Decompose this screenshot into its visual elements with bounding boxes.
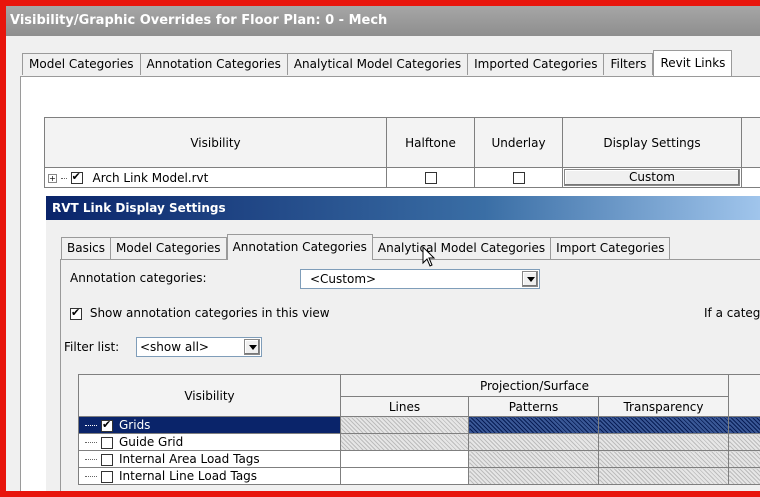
category-name: Grids [119,418,151,432]
patterns-cell[interactable] [468,416,599,434]
transparency-cell[interactable] [598,433,729,451]
col-halftone[interactable]: Halftone [386,117,475,168]
outer-tab-strip: Model Categories Annotation Categories A… [22,50,733,76]
chevron-down-icon[interactable] [244,339,260,355]
halftone-cell [386,167,475,188]
underlay-cell [474,167,563,188]
links-table-header: Visibility Halftone Underlay Display Set… [44,117,760,168]
category-name-cell: Grids [78,416,341,434]
lines-cell[interactable] [340,467,469,485]
category-name-cell: Guide Grid [78,433,341,451]
lines-cell[interactable] [340,416,469,434]
window-frame: Visibility/Graphic Overrides for Floor P… [0,0,760,497]
extra-cell [741,167,760,188]
tree-line [85,442,97,443]
category-name-cell: Internal Area Load Tags [78,450,341,468]
tree-line [60,177,67,179]
display-settings-cell: Custom [562,167,742,188]
annotation-categories-select[interactable]: <Custom> [300,269,540,289]
annotation-categories-value: <Custom> [310,272,377,286]
col-underlay[interactable]: Underlay [474,117,563,168]
extra-cell [728,450,760,468]
tab-basics[interactable]: Basics [61,237,112,259]
extra-cell [728,416,760,434]
grid-col-visibility[interactable]: Visibility [78,374,341,417]
mouse-pointer-icon [422,246,436,267]
category-note-text: If a categ [704,306,760,320]
category-checkbox[interactable] [101,470,113,483]
table-row[interactable]: Guide Grid [78,433,760,451]
tree-line [85,476,97,477]
link-visibility-checkbox[interactable] [70,170,83,184]
halftone-checkbox[interactable] [424,172,437,184]
col-visibility[interactable]: Visibility [44,117,387,168]
revit-links-table: Visibility Halftone Underlay Display Set… [44,117,760,188]
display-settings-button[interactable]: Custom [564,169,740,186]
dialog-title: RVT Link Display Settings [46,196,760,220]
underlay-checkbox[interactable] [512,172,525,184]
patterns-cell[interactable] [468,433,599,451]
table-row[interactable]: Internal Area Load Tags [78,450,760,468]
tab-model-categories[interactable]: Model Categories [22,53,141,75]
lines-cell[interactable] [340,433,469,451]
annotation-categories-grid: Visibility Projection/Surface Lines Patt… [78,374,760,485]
grid-col-transparency[interactable]: Transparency [598,396,729,417]
table-row[interactable]: Internal Line Load Tags [78,467,760,485]
category-name: Internal Area Load Tags [119,452,260,466]
table-row[interactable]: Grids [78,416,760,434]
category-name: Guide Grid [119,435,184,449]
filter-list-label: Filter list: [64,340,120,354]
grid-col-projection-surface[interactable]: Projection/Surface [340,374,729,397]
patterns-cell[interactable] [468,450,599,468]
tab-filters[interactable]: Filters [604,53,654,75]
annotation-categories-label: Annotation categories: [70,271,207,285]
tree-line [85,459,97,460]
grid-header-row-1: Visibility Projection/Surface [78,374,760,417]
chevron-down-icon[interactable] [522,271,538,287]
patterns-cell[interactable] [468,467,599,485]
filter-list-select[interactable]: <show all> [136,337,262,357]
category-checkbox[interactable] [101,436,113,449]
category-checkbox[interactable] [101,453,113,466]
grid-col-extra [728,374,760,417]
grid-col-lines[interactable]: Lines [340,396,469,417]
expand-icon[interactable]: + [48,173,57,183]
tab-annotation-categories[interactable]: Annotation Categories [226,234,373,260]
tab-model-categories[interactable]: Model Categories [111,237,227,259]
tab-annotation-categories[interactable]: Annotation Categories [140,53,288,75]
extra-cell [728,467,760,485]
tab-revit-links[interactable]: Revit Links [653,50,733,76]
show-annotation-checkbox[interactable] [70,306,82,320]
transparency-cell[interactable] [598,416,729,434]
show-annotation-label: Show annotation categories in this view [89,306,330,320]
table-row[interactable]: + Arch Link Model.rvt Custom [44,167,760,188]
col-display-settings[interactable]: Display Settings [562,117,742,168]
tab-import-categories[interactable]: Import Categories [551,237,671,259]
show-annotation-row: Show annotation categories in this view [70,306,330,320]
tree-line [85,425,97,426]
dialog-tab-strip: Basics Model Categories Annotation Categ… [61,234,671,260]
transparency-cell[interactable] [598,467,729,485]
lines-cell[interactable] [340,450,469,468]
category-checkbox[interactable] [101,418,113,432]
link-name-cell: + Arch Link Model.rvt [44,167,387,188]
tab-analytical-model-categories[interactable]: Analytical Model Categories [372,237,552,259]
transparency-cell[interactable] [598,450,729,468]
tab-imported-categories[interactable]: Imported Categories [468,53,605,75]
window-title: Visibility/Graphic Overrides for Floor P… [6,6,760,36]
link-name: Arch Link Model.rvt [92,170,209,185]
col-extra [741,117,760,168]
extra-cell [728,433,760,451]
tab-analytical-model-categories[interactable]: Analytical Model Categories [287,53,469,75]
filter-list-value: <show all> [140,340,209,354]
category-name: Internal Line Load Tags [119,469,258,483]
category-name-cell: Internal Line Load Tags [78,467,341,485]
grid-col-patterns[interactable]: Patterns [468,396,599,417]
